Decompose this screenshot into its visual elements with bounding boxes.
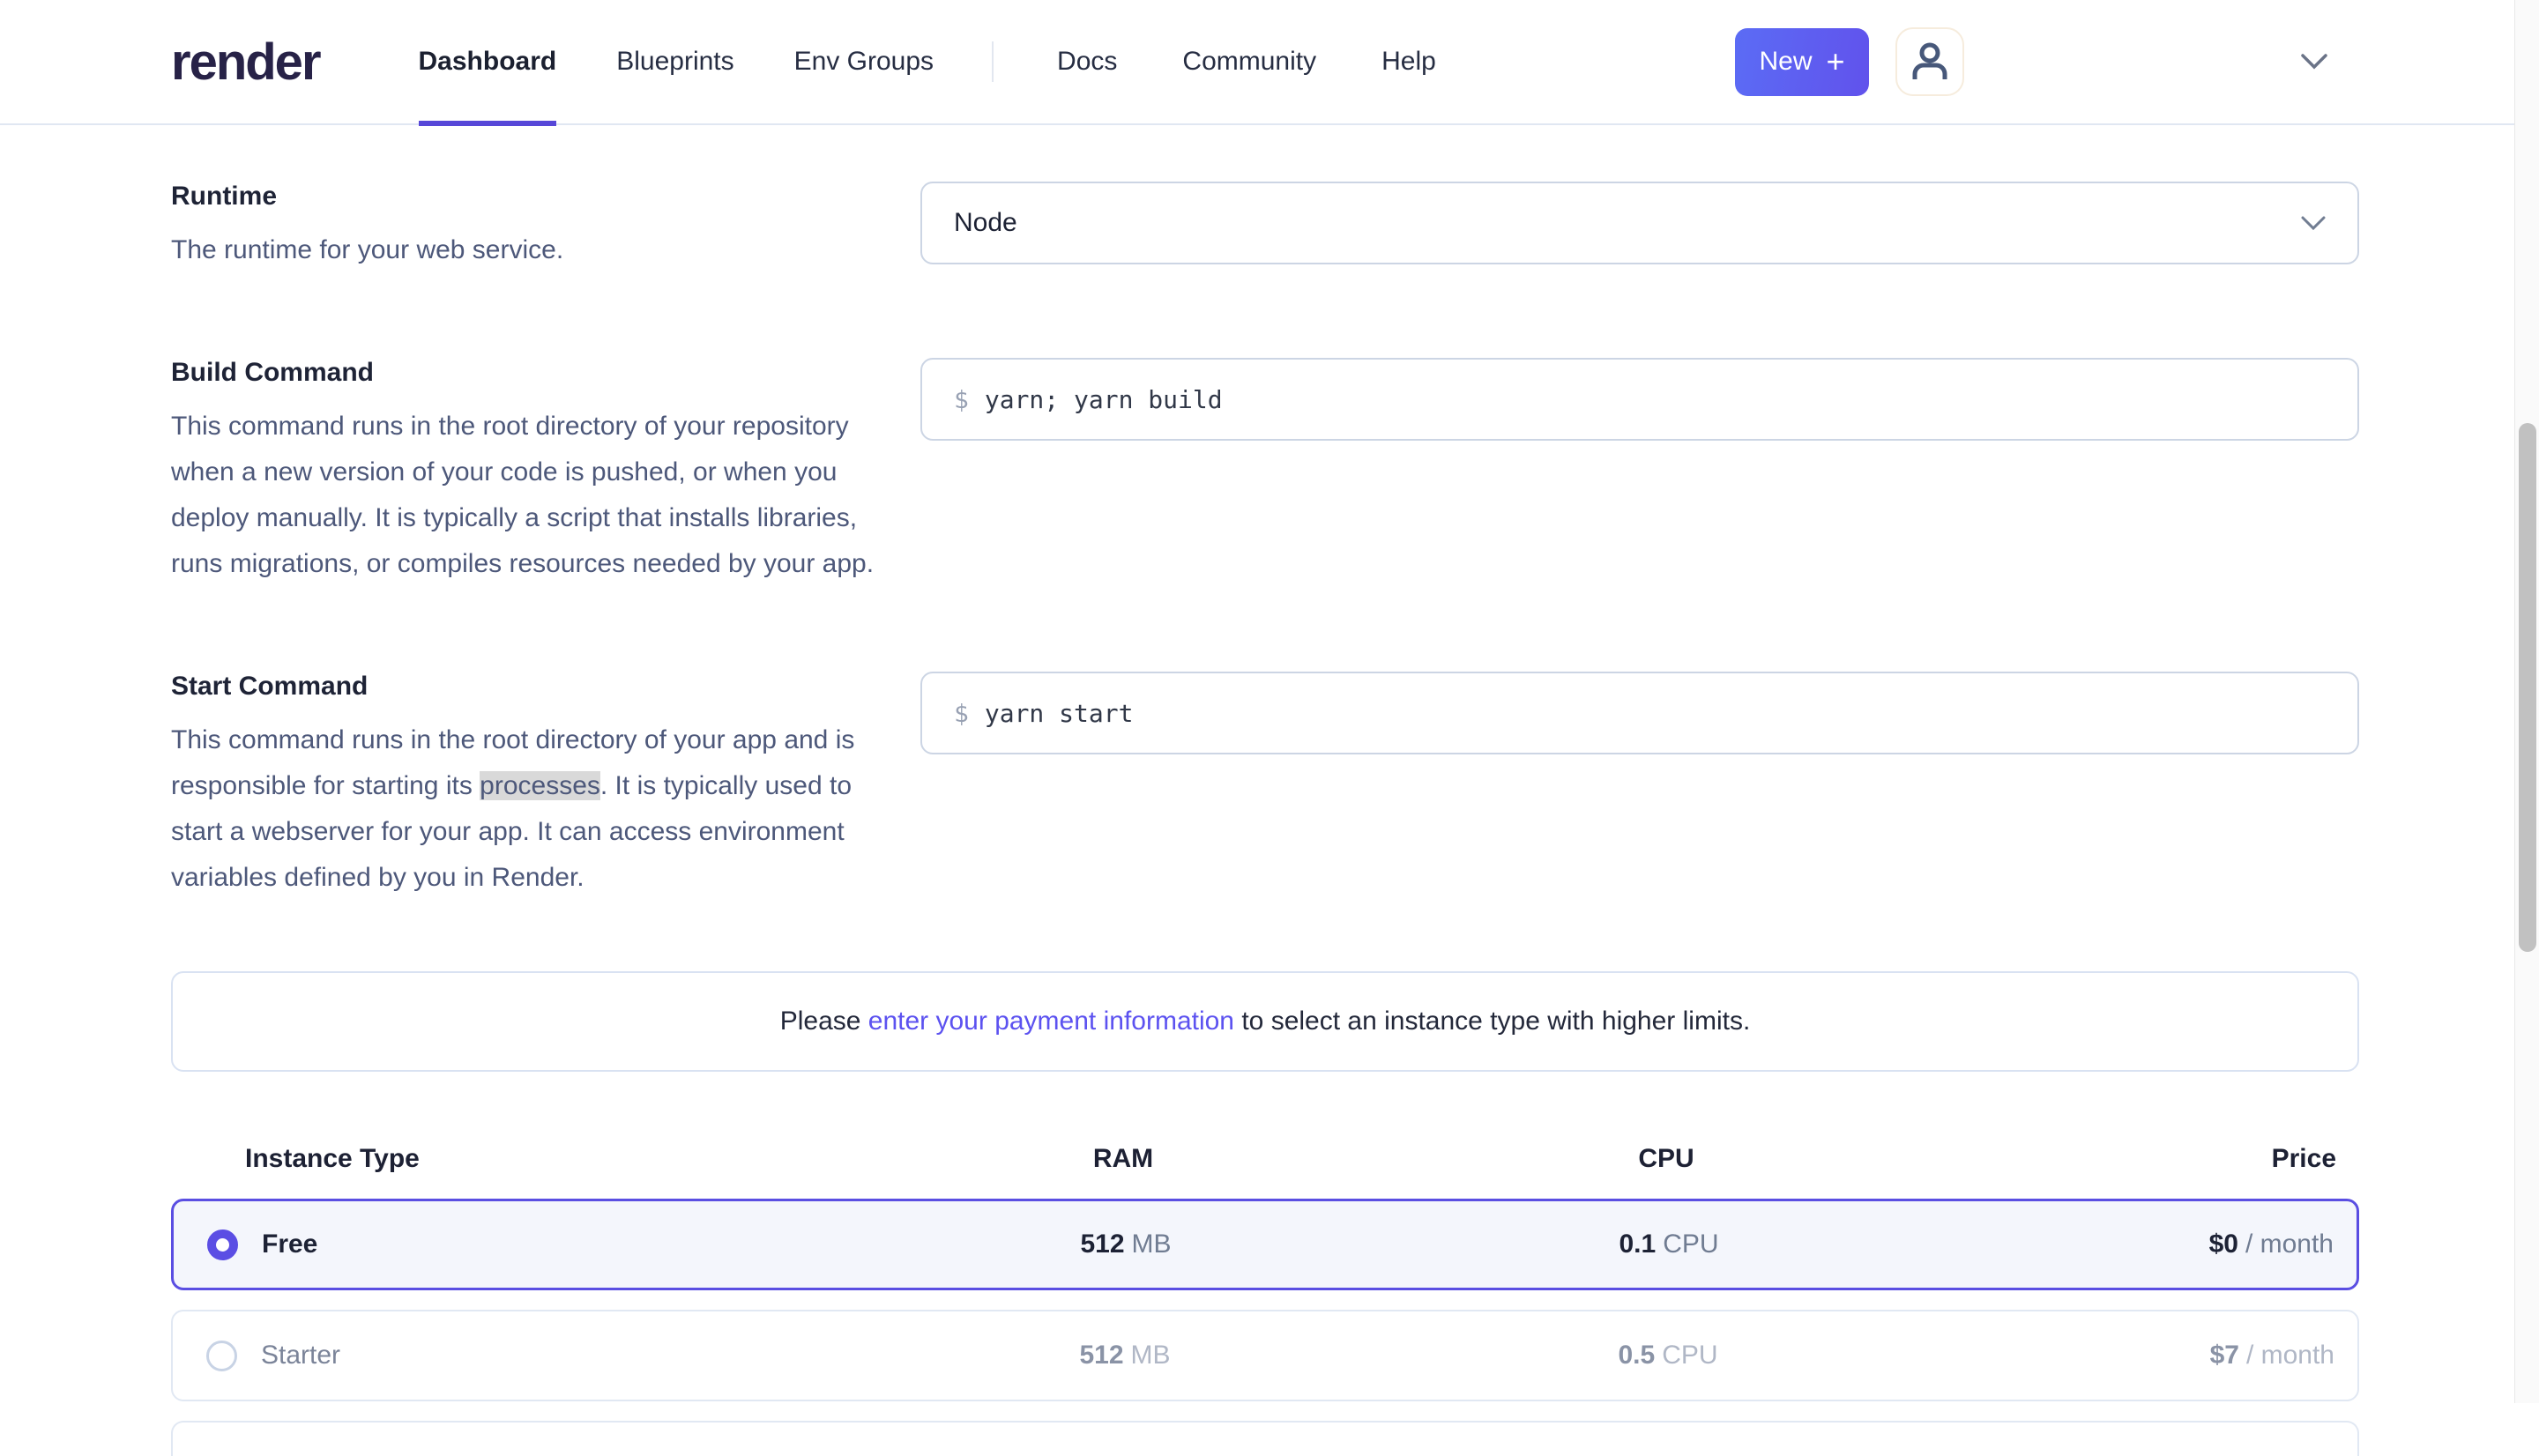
header-actions: New + — [1735, 27, 2539, 96]
new-button-label: New — [1759, 47, 1812, 77]
ram-cell: 512MB — [896, 1341, 1354, 1371]
instance-row-starter[interactable]: Starter 512MB 0.5CPU $7/ month — [171, 1310, 2359, 1401]
build-command-value: yarn; yarn build — [985, 385, 1223, 414]
radio-unselected[interactable] — [206, 1341, 237, 1371]
start-command-row: Start Command This command runs in the r… — [171, 672, 2359, 901]
nav-tab-blueprints[interactable]: Blueprints — [616, 0, 733, 124]
cpu-cell: 0.1CPU — [1355, 1229, 1983, 1259]
cpu-cell: 0.5CPU — [1354, 1341, 1982, 1371]
instance-row-free[interactable]: Free 512MB 0.1CPU $0/ month — [171, 1199, 2359, 1290]
instance-table-header: Instance Type RAM CPU Price — [171, 1119, 2359, 1199]
prompt-symbol: $ — [954, 699, 969, 728]
header-price: Price — [1980, 1144, 2359, 1174]
user-icon — [1911, 42, 1948, 81]
payment-link[interactable]: enter your payment information — [868, 1007, 1234, 1036]
nav-link-community[interactable]: Community — [1182, 47, 1316, 77]
runtime-select[interactable]: Node — [920, 182, 2359, 264]
price-cell: $7/ month — [1982, 1341, 2357, 1371]
instance-name: Starter — [261, 1341, 340, 1371]
nav-divider — [992, 41, 994, 82]
top-nav: render Dashboard Blueprints Env Groups D… — [0, 0, 2539, 125]
start-command-control-col: $ yarn start — [920, 672, 2359, 754]
nav-tab-label: Env Groups — [794, 47, 934, 77]
build-command-description: This command runs in the root directory … — [171, 404, 890, 587]
runtime-select-value: Node — [954, 208, 1017, 238]
workspace-chevron-button[interactable] — [2301, 54, 2327, 70]
start-command-input[interactable]: $ yarn start — [920, 672, 2359, 754]
runtime-row: Runtime The runtime for your web service… — [171, 182, 2359, 273]
service-settings-form: Runtime The runtime for your web service… — [0, 125, 2539, 1456]
nav-link-help[interactable]: Help — [1381, 47, 1436, 77]
start-command-value: yarn start — [985, 699, 1134, 728]
chevron-down-icon — [2301, 54, 2327, 70]
radio-selected[interactable] — [207, 1229, 238, 1260]
nav-tab-env-groups[interactable]: Env Groups — [794, 0, 934, 124]
user-avatar-button[interactable] — [1895, 27, 1964, 96]
nav-tab-label: Dashboard — [419, 47, 557, 77]
payment-banner: Please enter your payment information to… — [171, 971, 2359, 1072]
runtime-description: The runtime for your web service. — [171, 227, 890, 273]
build-command-label-col: Build Command This command runs in the r… — [171, 358, 920, 587]
primary-nav: Dashboard Blueprints Env Groups — [419, 0, 934, 124]
instance-name: Free — [262, 1229, 317, 1259]
instance-type-table: Instance Type RAM CPU Price Free 512MB 0… — [171, 1119, 2359, 1456]
runtime-control-col: Node — [920, 182, 2359, 264]
build-command-input[interactable]: $ yarn; yarn build — [920, 358, 2359, 441]
instance-row-partial[interactable] — [171, 1421, 2359, 1456]
ram-cell: 512MB — [897, 1229, 1355, 1259]
secondary-nav: Docs Community Help — [1057, 47, 1436, 77]
nav-link-docs[interactable]: Docs — [1057, 47, 1117, 77]
chevron-down-icon — [2301, 216, 2326, 231]
plus-icon: + — [1826, 46, 1844, 78]
build-command-control-col: $ yarn; yarn build — [920, 358, 2359, 441]
start-command-label: Start Command — [171, 672, 890, 702]
highlighted-text: processes — [480, 771, 600, 800]
scrollbar-track[interactable] — [2514, 0, 2539, 1403]
build-command-label: Build Command — [171, 358, 890, 388]
runtime-label-col: Runtime The runtime for your web service… — [171, 182, 920, 273]
price-cell: $0/ month — [1983, 1229, 2357, 1259]
banner-text: Please enter your payment information to… — [780, 1007, 1751, 1036]
header-instance-type: Instance Type — [171, 1144, 894, 1174]
nav-tab-label: Blueprints — [616, 47, 733, 77]
render-logo[interactable]: render — [171, 33, 320, 92]
start-command-description: This command runs in the root directory … — [171, 717, 890, 901]
runtime-label: Runtime — [171, 182, 890, 212]
build-command-row: Build Command This command runs in the r… — [171, 358, 2359, 587]
scrollbar-thumb[interactable] — [2519, 423, 2536, 952]
nav-tab-dashboard[interactable]: Dashboard — [419, 0, 557, 124]
header-cpu: CPU — [1352, 1144, 1980, 1174]
header-ram: RAM — [894, 1144, 1352, 1174]
new-button[interactable]: New + — [1735, 28, 1869, 96]
prompt-symbol: $ — [954, 385, 969, 414]
start-command-label-col: Start Command This command runs in the r… — [171, 672, 920, 901]
